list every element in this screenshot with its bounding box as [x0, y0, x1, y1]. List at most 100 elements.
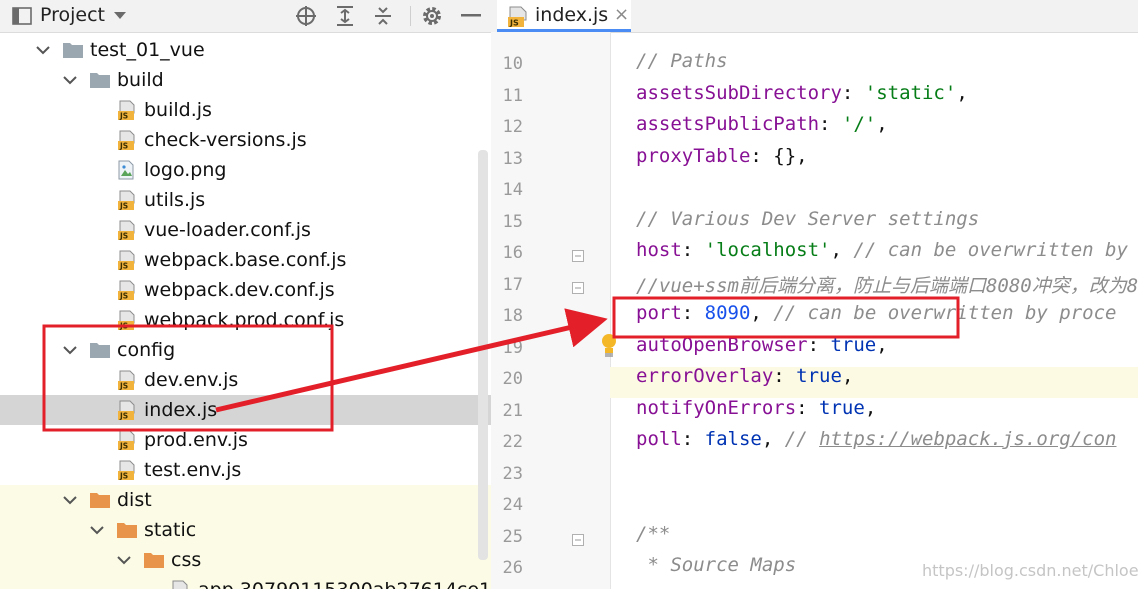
fold-marker-icon[interactable] [572, 531, 584, 546]
line-number: 17 [502, 274, 523, 295]
code-line: errorOverlay: true, [636, 365, 853, 387]
tree-item[interactable]: JS webpack.dev.conf.js [0, 275, 491, 305]
code-token: // Paths [636, 50, 728, 72]
js-file-icon: JS [116, 130, 136, 151]
code-token: assetsPublicPath [636, 113, 820, 135]
code-token: , [876, 113, 888, 135]
js-file-icon: JS [116, 430, 136, 451]
code-token: */ [636, 586, 670, 589]
code-token: port [636, 302, 682, 324]
tree-item[interactable]: JS vue-loader.conf.js [0, 215, 491, 245]
code-line: proxyTable: {}, [636, 145, 808, 167]
tree-item[interactable]: JS webpack.prod.conf.js [0, 305, 491, 335]
code-token: : [681, 302, 705, 324]
code-token: , [956, 81, 968, 104]
code-token: , [761, 428, 785, 450]
locate-icon[interactable] [294, 4, 318, 28]
tree-item[interactable]: app.30790115300ab27614ce176 [0, 575, 491, 589]
code-token: // [784, 428, 820, 450]
project-panel-title[interactable]: Project [40, 4, 105, 26]
chevron-down-icon[interactable] [35, 42, 51, 58]
tree-item[interactable]: config [0, 335, 491, 365]
folder-icon [89, 340, 110, 360]
minimize-icon[interactable] [459, 4, 483, 28]
tree-item-label: utils.js [144, 189, 206, 211]
editor-tab-index-js[interactable]: JS index.js × [497, 0, 631, 32]
tree-scrollbar[interactable] [478, 150, 488, 560]
line-number: 21 [502, 400, 523, 421]
js-file-icon: JS [507, 6, 529, 32]
line-number: 16 [502, 243, 523, 263]
code-token: : [841, 81, 865, 104]
tree-item[interactable]: css [0, 545, 491, 575]
project-panel-header: Project [0, 0, 491, 33]
tree-item[interactable]: JS prod.env.js [0, 425, 491, 455]
js-file-icon: JS [116, 100, 136, 121]
tree-item[interactable]: logo.png [0, 155, 491, 185]
code-line: port: 8090, // can be overwritten by pro… [636, 302, 1116, 324]
tree-item-label: dev.env.js [144, 369, 239, 391]
line-number: 24 [502, 495, 523, 515]
chevron-down-icon[interactable] [89, 522, 105, 538]
code-line: notifyOnErrors: true, [636, 397, 876, 419]
tree-item[interactable]: JS dev.env.js [0, 365, 491, 395]
code-token: , [841, 365, 854, 387]
intention-bulb-icon[interactable] [601, 333, 619, 361]
code-token: // Various Dev Server settings [636, 207, 980, 230]
tree-item-label: webpack.base.conf.js [144, 249, 347, 271]
tree-item[interactable]: JS check-versions.js [0, 125, 491, 155]
fold-marker-icon[interactable] [572, 279, 584, 294]
code-token: , [750, 302, 774, 324]
tree-item-label: vue-loader.conf.js [144, 219, 311, 241]
line-number: 13 [502, 148, 523, 169]
svg-text:JS: JS [119, 262, 128, 271]
code-line: assetsPublicPath: '/', [636, 113, 888, 135]
svg-text:JS: JS [119, 382, 128, 391]
svg-text:JS: JS [119, 322, 128, 331]
collapse-all-icon[interactable] [371, 4, 395, 28]
line-number: 23 [502, 463, 523, 484]
editor-panel: JS index.js × 10 11 12 13 14 15 16 17 18 19 20 21 22… [491, 0, 1138, 589]
tree-item-label: index.js [144, 399, 218, 421]
close-icon[interactable]: × [614, 4, 629, 25]
code-line: autoOpenBrowser: true, [636, 334, 888, 356]
expand-all-icon[interactable] [333, 4, 357, 28]
code-token: // can be overwritten by [853, 239, 1128, 261]
tree-item[interactable]: test_01_vue [0, 35, 491, 65]
tree-item[interactable]: JS utils.js [0, 185, 491, 215]
project-view-icon[interactable] [10, 4, 34, 28]
code-line: assetsSubDirectory: 'static', [636, 82, 968, 104]
code-token[interactable]: https://webpack.js.org/con [819, 428, 1116, 450]
tree-item[interactable]: JS webpack.base.conf.js [0, 245, 491, 275]
css-file-icon [170, 580, 190, 589]
image-file-icon [116, 160, 136, 180]
tree-item[interactable]: JS test.env.js [0, 455, 491, 485]
js-file-icon: JS [116, 190, 136, 211]
code-token: , [864, 396, 877, 419]
gear-icon[interactable] [420, 4, 444, 28]
tree-item[interactable]: build [0, 65, 491, 95]
chevron-down-icon[interactable] [116, 552, 132, 568]
code-token: assetsSubDirectory [636, 81, 842, 104]
folder-icon [62, 40, 83, 60]
tree-item[interactable]: dist [0, 485, 491, 515]
fold-marker-icon[interactable] [572, 247, 584, 262]
chevron-down-icon[interactable] [62, 492, 78, 508]
chevron-down-icon[interactable] [62, 342, 78, 358]
svg-text:JS: JS [119, 112, 128, 121]
chevron-down-icon[interactable] [108, 4, 132, 28]
editor-tab-bar: JS index.js × [491, 0, 1138, 33]
tree-item[interactable]: static [0, 515, 491, 545]
code-token: false [704, 428, 762, 450]
line-number: 11 [502, 85, 523, 106]
tree-item[interactable]: JS build.js [0, 95, 491, 125]
tree-item-label: webpack.dev.conf.js [144, 279, 335, 301]
folder-excluded-icon [143, 550, 164, 570]
line-number: 15 [502, 211, 523, 232]
js-file-icon: JS [116, 370, 136, 391]
svg-text:JS: JS [119, 202, 128, 211]
chevron-down-icon[interactable] [62, 72, 78, 88]
tree-item[interactable]: JS index.js [0, 395, 491, 425]
folder-excluded-icon [89, 490, 110, 510]
code-token: : [681, 428, 705, 450]
